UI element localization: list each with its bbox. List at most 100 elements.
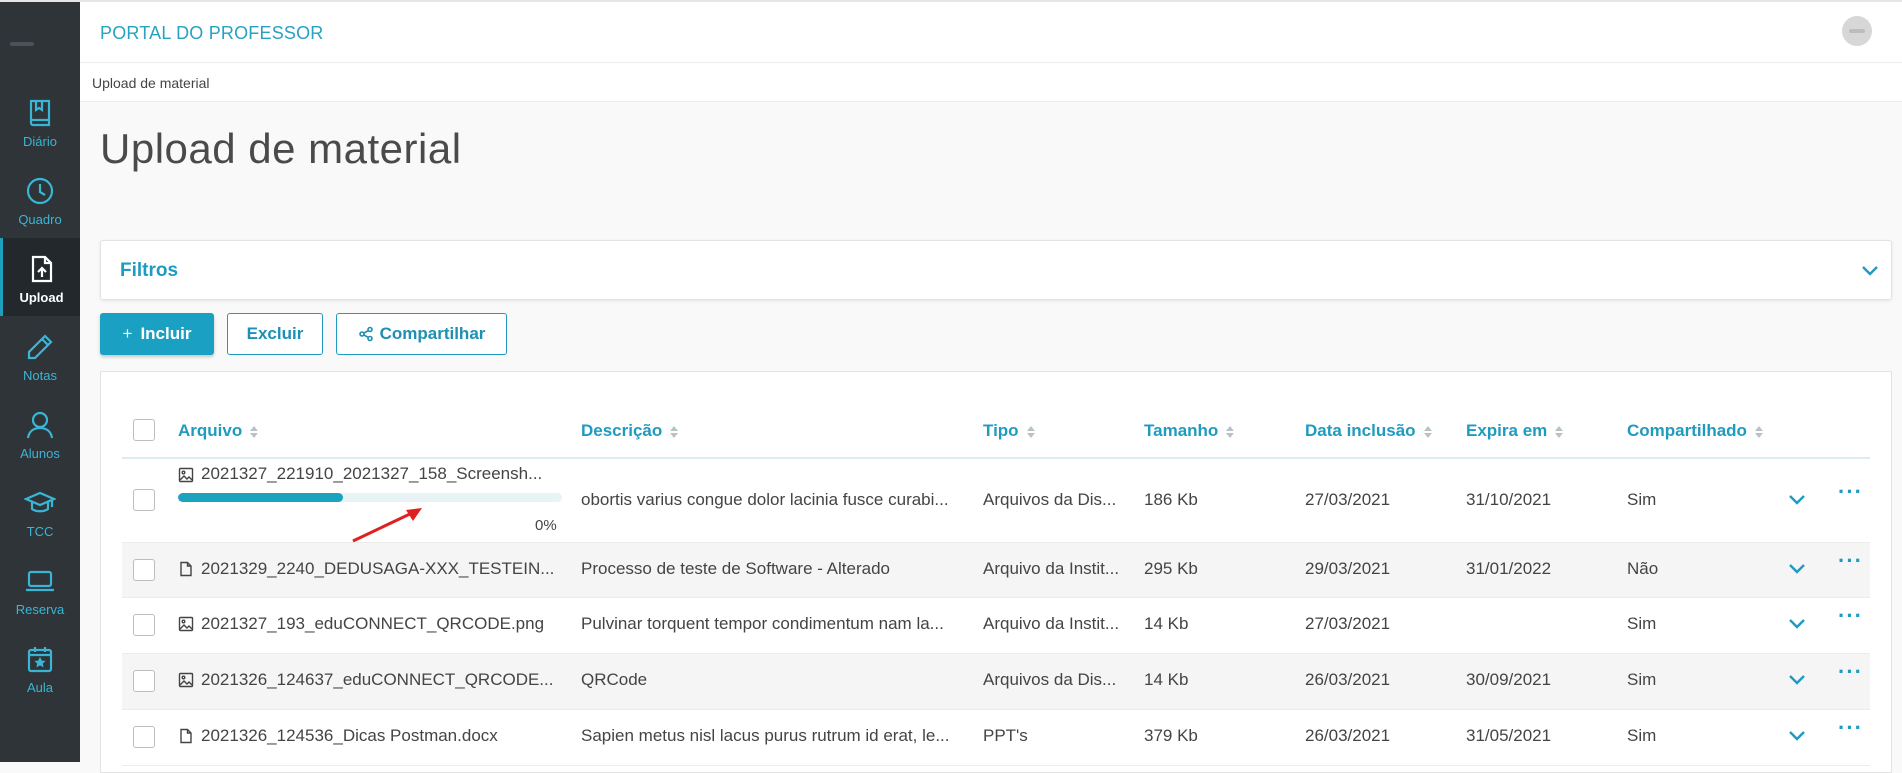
chevron-down-icon[interactable] <box>1788 674 1806 686</box>
delete-button[interactable]: Excluir <box>227 313 323 355</box>
user-icon <box>26 411 54 439</box>
chevron-down-icon[interactable] <box>1861 265 1879 277</box>
sidebar-item-label: Reserva <box>15 602 65 617</box>
file-type: Arquivo da Instit... <box>983 559 1120 578</box>
annotation-arrow <box>352 508 422 543</box>
chevron-down-icon[interactable] <box>1788 494 1806 506</box>
sidebar-item-label: Aula <box>26 680 54 695</box>
clock-icon <box>26 177 54 205</box>
file-type: PPT's <box>983 726 1028 745</box>
sort-icon <box>1423 425 1432 438</box>
portal-title[interactable]: PORTAL DO PROFESSOR <box>100 23 324 44</box>
file-created: 29/03/2021 <box>1305 559 1391 578</box>
table-row[interactable]: 2021329_2240_DEDUSAGA-XXX_TESTEIN... Pro… <box>122 543 1870 598</box>
file-name[interactable]: 2021327_221910_2021327_158_Screensh... <box>201 464 566 484</box>
sidebar-item-label: Notas <box>23 368 57 383</box>
file-shared: Sim <box>1627 670 1657 689</box>
file-name[interactable]: 2021327_193_eduCONNECT_QRCODE.png <box>201 614 566 634</box>
more-actions-icon[interactable]: ··· <box>1838 479 1863 505</box>
include-button[interactable]: + Incluir <box>100 313 214 355</box>
chevron-down-icon[interactable] <box>1788 730 1806 742</box>
file-created: 26/03/2021 <box>1305 726 1391 745</box>
upload-progress-bar <box>178 493 562 502</box>
column-header-tipo[interactable]: Tipo <box>983 421 1035 441</box>
select-all-checkbox[interactable] <box>133 419 155 441</box>
file-expires: 30/09/2021 <box>1466 670 1552 689</box>
plus-icon: + <box>122 324 133 343</box>
row-checkbox[interactable] <box>133 726 155 748</box>
sidebar-item-aula[interactable]: Aula <box>0 628 80 706</box>
sidebar-item-tcc[interactable]: TCC <box>0 472 80 550</box>
laptop-icon <box>26 570 54 592</box>
file-expires: 31/05/2021 <box>1466 726 1552 745</box>
sidebar: Diário Quadro Upload Notas Alunos TCC Re… <box>0 2 80 762</box>
sort-icon <box>670 425 679 438</box>
file-name[interactable]: 2021326_124637_eduCONNECT_QRCODE... <box>201 670 566 690</box>
row-checkbox[interactable] <box>133 614 155 636</box>
more-actions-icon[interactable]: ··· <box>1838 659 1863 685</box>
column-header-expira-em[interactable]: Expira em <box>1466 421 1564 441</box>
sidebar-item-label: Quadro <box>18 212 62 227</box>
avatar[interactable] <box>1842 16 1872 46</box>
sidebar-item-quadro[interactable]: Quadro <box>0 160 80 238</box>
sidebar-item-label: Diário <box>23 134 57 149</box>
share-button[interactable]: Compartilhar <box>336 313 507 355</box>
file-created: 26/03/2021 <box>1305 670 1391 689</box>
file-expires: 31/10/2021 <box>1466 490 1552 509</box>
column-header-tamanho[interactable]: Tamanho <box>1144 421 1235 441</box>
file-type: Arquivos da Dis... <box>983 490 1117 509</box>
file-description: Processo de teste de Software - Alterado <box>581 559 891 578</box>
file-name[interactable]: 2021326_124536_Dicas Postman.docx <box>201 726 566 746</box>
file-expires: 31/01/2022 <box>1466 559 1552 578</box>
file-type: Arquivos da Dis... <box>983 670 1117 689</box>
file-shared: Sim <box>1627 490 1657 509</box>
sidebar-item-reserva[interactable]: Reserva <box>0 550 80 628</box>
file-size: 14 Kb <box>1144 670 1189 689</box>
sidebar-item-label: Alunos <box>20 446 60 461</box>
sort-icon <box>1226 425 1235 438</box>
table-header: Arquivo Descrição Tipo Tamanho Data incl… <box>122 403 1870 459</box>
sidebar-item-notas[interactable]: Notas <box>0 316 80 394</box>
row-checkbox[interactable] <box>133 559 155 581</box>
file-size: 186 Kb <box>1144 490 1198 509</box>
file-name[interactable]: 2021329_2240_DEDUSAGA-XXX_TESTEIN... <box>201 559 566 579</box>
table-row[interactable]: 2021327_193_eduCONNECT_QRCODE.png Pulvin… <box>122 598 1870 654</box>
image-icon <box>178 467 194 483</box>
calendar-star-icon <box>27 647 53 673</box>
chevron-down-icon[interactable] <box>1788 618 1806 630</box>
file-size: 295 Kb <box>1144 559 1198 578</box>
filters-panel[interactable]: Filtros <box>100 240 1892 300</box>
sidebar-item-diario[interactable]: Diário <box>0 82 80 160</box>
include-label: Incluir <box>140 324 192 343</box>
row-checkbox[interactable] <box>133 489 155 511</box>
chevron-down-icon[interactable] <box>1788 563 1806 575</box>
table-row[interactable]: 2021326_124637_eduCONNECT_QRCODE... QRCo… <box>122 654 1870 710</box>
file-shared: Sim <box>1627 726 1657 745</box>
file-shared: Não <box>1627 559 1659 578</box>
file-type: Arquivo da Instit... <box>983 614 1120 633</box>
more-actions-icon[interactable]: ··· <box>1838 548 1863 574</box>
image-icon <box>178 616 194 632</box>
file-description: QRCode <box>581 670 648 689</box>
image-icon <box>178 672 194 688</box>
sidebar-item-label: Upload <box>19 290 64 305</box>
file-created: 27/03/2021 <box>1305 614 1391 633</box>
sidebar-item-upload[interactable]: Upload <box>0 238 80 316</box>
share-label: Compartilhar <box>379 324 486 343</box>
book-icon <box>29 99 51 127</box>
page-title: Upload de material <box>100 125 462 172</box>
column-header-arquivo[interactable]: Arquivo <box>178 421 259 441</box>
more-actions-icon[interactable]: ··· <box>1838 603 1863 629</box>
filters-title: Filtros <box>120 260 179 281</box>
file-description: Pulvinar torquent tempor condimentum nam… <box>581 614 944 633</box>
files-card: Arquivo Descrição Tipo Tamanho Data incl… <box>100 371 1892 773</box>
sidebar-item-label: TCC <box>26 524 54 539</box>
more-actions-icon[interactable]: ··· <box>1838 715 1863 741</box>
column-header-compartilhado[interactable]: Compartilhado <box>1627 421 1763 441</box>
sidebar-item-alunos[interactable]: Alunos <box>0 394 80 472</box>
column-header-descricao[interactable]: Descrição <box>581 421 679 441</box>
table-row[interactable]: 2021326_124536_Dicas Postman.docx Sapien… <box>122 710 1870 766</box>
upload-file-icon <box>31 255 52 283</box>
row-checkbox[interactable] <box>133 670 155 692</box>
column-header-data-inclusao[interactable]: Data inclusão <box>1305 421 1432 441</box>
